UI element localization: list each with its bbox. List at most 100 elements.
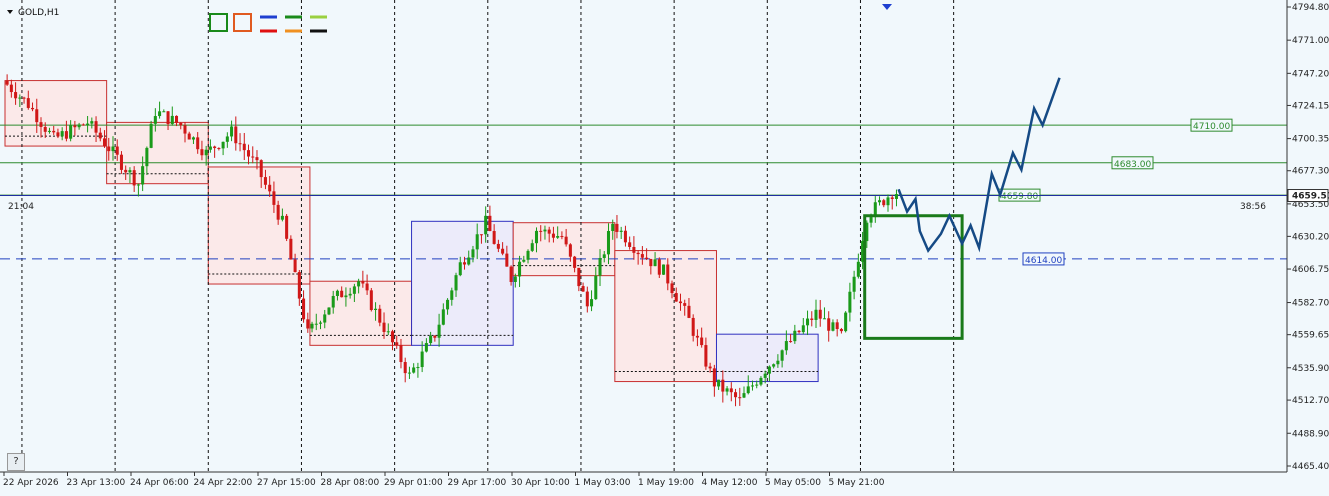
candle-body: [86, 123, 90, 126]
candle-body: [183, 125, 187, 134]
price-tick-label: 4700.35: [1292, 135, 1329, 145]
candle-body: [585, 291, 589, 307]
candle-body: [39, 122, 43, 127]
candle-body: [412, 367, 416, 373]
candle-body: [475, 234, 479, 250]
chart-window: 4710.00 4683.00 4659.80 4614.00 4794.80 4771…: [0, 0, 1329, 496]
candle-body: [420, 351, 424, 368]
candle-body: [793, 330, 797, 342]
candle-body: [835, 322, 839, 330]
candle-body: [310, 323, 314, 329]
candle-body: [717, 379, 721, 387]
candle-body: [551, 233, 555, 238]
candle-body: [619, 230, 623, 232]
candle-body: [230, 126, 234, 137]
level-label: 4659.80: [1001, 192, 1038, 202]
candle-body: [293, 259, 297, 273]
candle-body: [488, 215, 492, 232]
candle-body: [208, 146, 212, 150]
candle-body: [683, 303, 687, 306]
time-tick-label: 22 Apr 2026: [3, 478, 59, 488]
candle-body: [365, 283, 369, 291]
candle-body: [276, 204, 280, 220]
candle-body: [479, 234, 483, 236]
candle-body: [670, 283, 674, 294]
candle-body: [882, 200, 886, 206]
candle-body: [162, 111, 166, 113]
level-label: 4710.00: [1193, 122, 1230, 132]
candle-body: [200, 149, 204, 156]
price-chart[interactable]: 4710.00 4683.00 4659.80 4614.00 4794.80 4771…: [0, 0, 1329, 496]
candle-body: [221, 141, 225, 149]
candle-body: [822, 318, 826, 320]
candle-body: [441, 309, 445, 325]
candle-body: [568, 244, 572, 257]
candle-body: [289, 238, 293, 260]
candle-body: [657, 259, 661, 275]
candle-body: [153, 116, 157, 124]
symbol-label[interactable]: GOLD,H1: [18, 8, 59, 18]
candle-body: [9, 84, 13, 93]
candle-body: [831, 322, 835, 331]
candle-body: [77, 124, 81, 128]
candle-body: [547, 229, 551, 234]
candle-body: [43, 126, 47, 132]
candle-body: [708, 366, 712, 369]
time-tick-label: 29 Apr 17:00: [448, 478, 507, 488]
candle-body: [285, 215, 289, 239]
candle-body: [111, 146, 115, 152]
candle-body: [678, 301, 682, 304]
candle-body: [22, 97, 26, 99]
time-tick-label: 27 Apr 15:00: [257, 478, 316, 488]
candle-body: [784, 341, 788, 351]
candle-body: [878, 200, 882, 203]
candle-body: [170, 115, 174, 125]
candle-body: [869, 217, 873, 223]
candle-body: [818, 309, 822, 319]
candle-body: [81, 124, 85, 126]
help-button[interactable]: ?: [7, 453, 25, 471]
candle-body: [738, 397, 742, 399]
candle-body: [526, 250, 530, 260]
candle-body: [594, 275, 598, 300]
candle-body: [344, 295, 348, 298]
candle-body: [602, 254, 606, 259]
candle-body: [894, 194, 898, 199]
candle-body: [611, 223, 615, 231]
candle-body: [128, 170, 132, 173]
price-tick-label: 4465.40: [1292, 462, 1329, 472]
candle-body: [124, 169, 128, 173]
candle-body: [712, 368, 716, 387]
time-tick-label: 5 May 05:00: [765, 478, 821, 488]
price-tick-label: 4488.90: [1292, 429, 1329, 439]
candle-body: [856, 261, 860, 277]
candle-body: [653, 259, 657, 267]
current-price-label: 4659.51: [1292, 192, 1329, 202]
candle-body: [746, 386, 750, 394]
candle-body: [496, 243, 500, 249]
candle-body: [581, 286, 585, 292]
candle-body: [852, 276, 856, 292]
candle-body: [166, 111, 170, 125]
candle-body: [268, 184, 272, 192]
time-tick-label: 29 Apr 01:00: [384, 478, 443, 488]
candle-body: [636, 252, 640, 255]
candle-body: [649, 258, 653, 267]
candle-body: [691, 317, 695, 336]
candle-body: [141, 166, 145, 185]
candle-body: [331, 295, 335, 308]
candle-body: [297, 272, 301, 299]
candle-body: [158, 111, 162, 117]
candle-body: [340, 290, 344, 298]
candle-body: [797, 330, 801, 333]
candle-body: [429, 335, 433, 344]
session-box: [614, 250, 717, 383]
candle-body: [327, 307, 331, 315]
candle-body: [666, 264, 670, 284]
candle-body: [382, 322, 386, 332]
candle-body: [196, 137, 200, 150]
candle-body: [484, 215, 488, 235]
candle-body: [378, 308, 382, 323]
time-tick-label: 23 Apr 13:00: [67, 478, 126, 488]
candle-body: [136, 184, 140, 186]
